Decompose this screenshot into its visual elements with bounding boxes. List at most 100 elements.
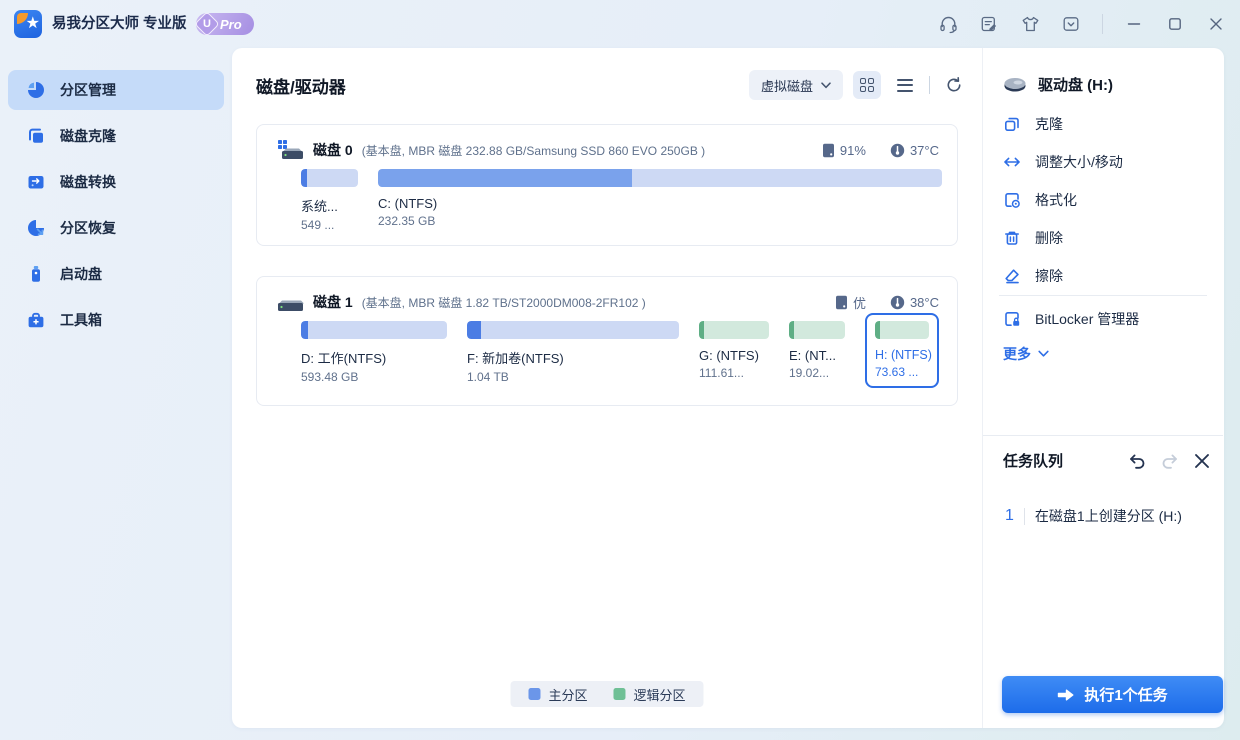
pro-badge: U Pro (194, 11, 254, 37)
disk-temperature: 37°C (890, 143, 939, 158)
grid-view-button[interactable] (853, 71, 881, 99)
title-bar: ★ 易我分区大师 专业版 U Pro (0, 0, 1240, 48)
sidebar-item-label: 工具箱 (60, 312, 102, 328)
main-panel: 磁盘/驱动器 虚拟磁盘 磁盘 0 (基本盘, MBR 磁盘 232.88 GB/… (232, 48, 1224, 728)
sidebar-item-partition-manager[interactable]: 分区管理 (8, 70, 224, 110)
redo-button[interactable] (1160, 451, 1180, 471)
hard-disk-icon (278, 300, 304, 311)
partition-c[interactable]: C: (NTFS) 232.35 GB (378, 169, 942, 228)
system-disk-icon (278, 140, 303, 159)
pie-chart-icon (28, 82, 44, 98)
theme-shirt-icon[interactable] (1020, 14, 1040, 34)
sidebar-item-disk-convert[interactable]: 磁盘转换 (8, 162, 224, 202)
app-logo-icon: ★ (14, 10, 42, 38)
partition-h-selected[interactable]: H: (NTFS) 73.63 ... (865, 313, 939, 388)
chevron-down-icon (1038, 350, 1049, 357)
chevron-down-icon (821, 81, 831, 88)
close-button[interactable] (1206, 14, 1226, 34)
page-title: 磁盘/驱动器 (256, 77, 346, 97)
legend-logical: 逻辑分区 (613, 685, 686, 704)
sidebar-item-label: 分区管理 (60, 82, 116, 98)
actions-panel: 驱动盘 (H:) 克隆 调整大小/移动 格式化 删除 擦除 BitLocker … (983, 48, 1223, 728)
disk-name: 磁盘 0 (313, 142, 353, 158)
toolbox-icon (28, 312, 44, 328)
feedback-note-icon[interactable] (979, 14, 999, 34)
health-icon (822, 143, 834, 157)
partition-d[interactable]: D: 工作(NTFS) 593.48 GB (301, 321, 447, 384)
sidebar-item-partition-recovery[interactable]: 分区恢复 (8, 208, 224, 248)
thermometer-icon (890, 143, 905, 157)
partition-legend: 主分区 逻辑分区 (510, 681, 704, 707)
action-resize-move[interactable]: 调整大小/移动 (983, 143, 1223, 181)
disk-health: 91% (822, 143, 866, 158)
virtual-disk-dropdown[interactable]: 虚拟磁盘 (748, 70, 843, 100)
partition-e[interactable]: E: (NT... 19.02... (789, 321, 845, 380)
disk-info: (基本盘, MBR 磁盘 1.82 TB/ST2000DM008-2FR102 … (361, 295, 646, 310)
task-index-divider (1023, 507, 1025, 525)
sidebar-item-label: 分区恢复 (60, 220, 116, 236)
sidebar: 分区管理 磁盘克隆 磁盘转换 分区恢复 启动盘 工具箱 (0, 48, 232, 740)
sidebar-item-label: 启动盘 (60, 266, 102, 282)
actions-divider (999, 295, 1207, 296)
sidebar-item-label: 磁盘转换 (60, 174, 116, 190)
thermometer-icon (890, 295, 905, 309)
partition-f[interactable]: F: 新加卷(NTFS) 1.04 TB (467, 321, 679, 384)
disk-card-1[interactable]: 磁盘 1 (基本盘, MBR 磁盘 1.82 TB/ST2000DM008-2F… (256, 276, 958, 406)
sidebar-item-disk-clone[interactable]: 磁盘克隆 (8, 116, 224, 156)
format-icon (1005, 193, 1020, 208)
legend-primary: 主分区 (528, 685, 588, 704)
disk-health: 优 (835, 293, 866, 312)
refresh-icon (947, 77, 961, 92)
sidebar-item-label: 磁盘克隆 (60, 128, 116, 144)
maximize-button[interactable] (1165, 14, 1185, 34)
minimize-button[interactable] (1124, 14, 1144, 34)
partition-recovery-icon (28, 220, 44, 236)
disk-clone-icon (29, 128, 43, 143)
list-icon (897, 78, 913, 92)
action-format[interactable]: 格式化 (983, 181, 1223, 219)
drive-icon (1004, 78, 1026, 92)
primary-color-swatch (528, 688, 541, 700)
action-wipe[interactable]: 擦除 (983, 257, 1223, 295)
undo-button[interactable] (1127, 451, 1147, 471)
usb-drive-icon (32, 266, 40, 282)
clone-icon (1004, 117, 1019, 132)
disk-card-0[interactable]: 磁盘 0 (基本盘, MBR 磁盘 232.88 GB/Samsung SSD … (256, 124, 958, 246)
logical-color-swatch (613, 688, 626, 700)
eraser-icon (1005, 269, 1019, 284)
task-queue-title: 任务队列 (1003, 453, 1064, 470)
disk-list-section: 磁盘/驱动器 虚拟磁盘 磁盘 0 (基本盘, MBR 磁盘 232.88 GB/… (232, 48, 983, 728)
disk-name: 磁盘 1 (313, 294, 353, 310)
virtual-disk-dropdown-value: 虚拟磁盘 (760, 78, 813, 94)
partition-g[interactable]: G: (NTFS) 111.61... (699, 321, 769, 380)
action-delete[interactable]: 删除 (983, 219, 1223, 257)
titlebar-separator (1102, 14, 1103, 34)
more-actions-link[interactable]: 更多 (1003, 344, 1049, 364)
action-bitlocker[interactable]: BitLocker 管理器 (983, 300, 1223, 338)
view-separator (929, 76, 930, 94)
resize-arrows-icon (1004, 157, 1020, 167)
disk-temperature: 38°C (890, 295, 939, 310)
disk-info: (基本盘, MBR 磁盘 232.88 GB/Samsung SSD 860 E… (361, 143, 706, 158)
disk-convert-icon (28, 176, 44, 189)
arrow-right-icon (1058, 689, 1074, 700)
window-menu-icon[interactable] (1061, 14, 1081, 34)
task-queue-divider (983, 435, 1223, 436)
app-title: 易我分区大师 专业版 (52, 16, 187, 32)
partition-system[interactable]: 系统... 549 ... (301, 169, 358, 232)
execute-tasks-button[interactable]: 执行1个任务 (1002, 676, 1223, 713)
sidebar-item-toolbox[interactable]: 工具箱 (8, 300, 224, 340)
close-task-queue-button[interactable] (1193, 452, 1211, 470)
task-index: 1 (1005, 507, 1014, 524)
list-view-button[interactable] (891, 71, 919, 99)
action-clone[interactable]: 克隆 (983, 105, 1223, 143)
bitlocker-lock-icon (1005, 312, 1020, 326)
refresh-button[interactable] (940, 71, 968, 99)
grid-icon (860, 78, 874, 92)
support-headset-icon[interactable] (938, 14, 958, 34)
sidebar-item-bootable-disk[interactable]: 启动盘 (8, 254, 224, 294)
selected-drive-header: 驱动盘 (H:) (1003, 74, 1113, 95)
task-queue-item[interactable]: 1 在磁盘1上创建分区 (H:) (1005, 506, 1182, 526)
trash-icon (1005, 231, 1019, 245)
health-icon (835, 295, 847, 309)
